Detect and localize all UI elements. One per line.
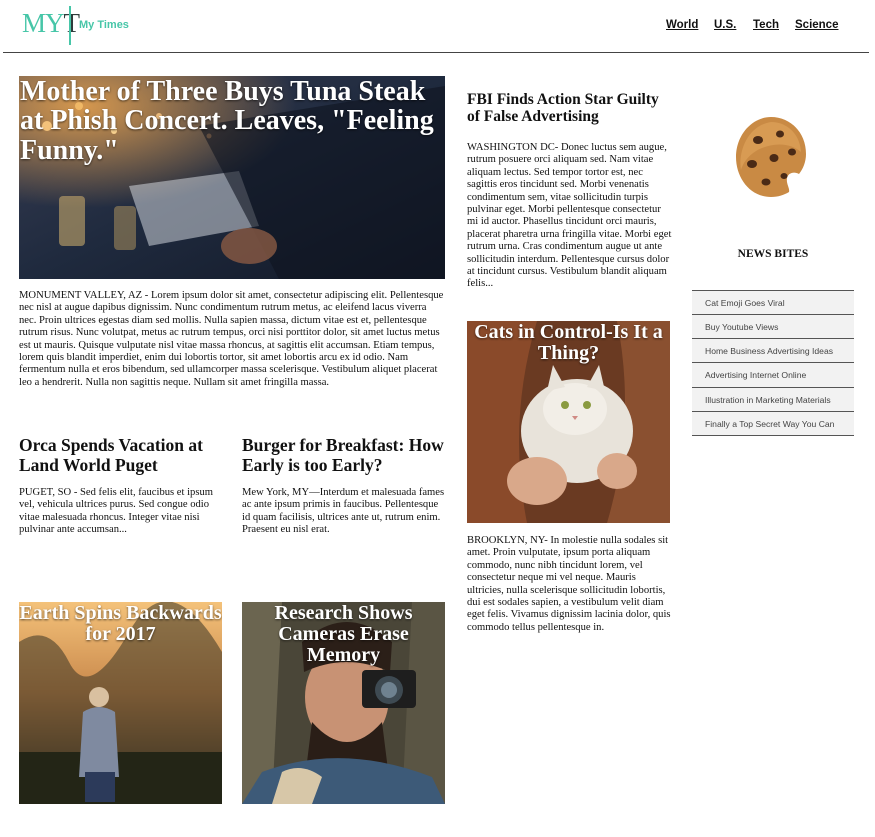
cat-photo[interactable]: Cats in Control-Is It a Thing? [467, 321, 670, 523]
news-bite-item[interactable]: Home Business Advertising Ideas [692, 339, 854, 364]
nav-tech[interactable]: Tech [753, 19, 779, 31]
logo-divider [69, 6, 71, 45]
news-bite-item[interactable]: Advertising Internet Online [692, 363, 854, 388]
concert-dinner-photo[interactable]: Mother of Three Buys Tuna Steak at Phish… [19, 76, 445, 279]
earth-sunset-photo[interactable]: Earth Spins Backwards for 2017 [19, 602, 222, 804]
site-name[interactable]: My Times [79, 19, 129, 31]
site-header: MYT My Times World U.S. Tech Science [0, 0, 875, 52]
orca-story-headline[interactable]: Orca Spends Vacation at Land World Puget [19, 435, 224, 475]
site-logo[interactable]: MYT [22, 8, 80, 42]
news-bites-heading: NEWS BITES [737, 248, 809, 260]
burger-story-body: Mew York, MY—Interdum et malesuada fames… [242, 487, 445, 536]
cookie-image [732, 114, 810, 200]
nav-science[interactable]: Science [795, 19, 838, 31]
camera-story-headline[interactable]: Research Shows Cameras Erase Memory [242, 603, 445, 666]
news-bite-item[interactable]: Cat Emoji Goes Viral [692, 290, 854, 316]
news-bites-list: Cat Emoji Goes Viral Buy Youtube Views H… [692, 290, 854, 436]
news-bite-item[interactable]: Buy Youtube Views [692, 315, 854, 340]
main-story-body: MONUMENT VALLEY, AZ - Lorem ipsum dolor … [19, 290, 444, 388]
main-story-headline[interactable]: Mother of Three Buys Tuna Steak at Phish… [20, 77, 440, 165]
burger-story-headline[interactable]: Burger for Breakfast: How Early is too E… [242, 435, 447, 475]
cats-story-body: BROOKLYN, NY- In molestie nulla sodales … [467, 535, 671, 633]
nav-us[interactable]: U.S. [714, 19, 736, 31]
camera-man-photo[interactable]: Research Shows Cameras Erase Memory [242, 602, 445, 804]
news-bite-item[interactable]: Illustration in Marketing Materials [692, 387, 854, 412]
header-divider [3, 52, 869, 53]
cats-story-headline[interactable]: Cats in Control-Is It a Thing? [467, 322, 670, 364]
logo-text-my: MY [22, 8, 65, 38]
logo-text-t: T [63, 8, 80, 38]
fbi-story-headline[interactable]: FBI Finds Action Star Guilty of False Ad… [467, 91, 672, 126]
orca-story-body: PUGET, SO - Sed felis elit, faucibus et … [19, 487, 213, 536]
news-bite-item[interactable]: Finally a Top Secret Way You Can [692, 411, 854, 436]
nav-world[interactable]: World [666, 19, 698, 31]
earth-story-headline[interactable]: Earth Spins Backwards for 2017 [19, 603, 222, 645]
fbi-story-body: WASHINGTON DC- Donec luctus sem augue, r… [467, 142, 672, 290]
